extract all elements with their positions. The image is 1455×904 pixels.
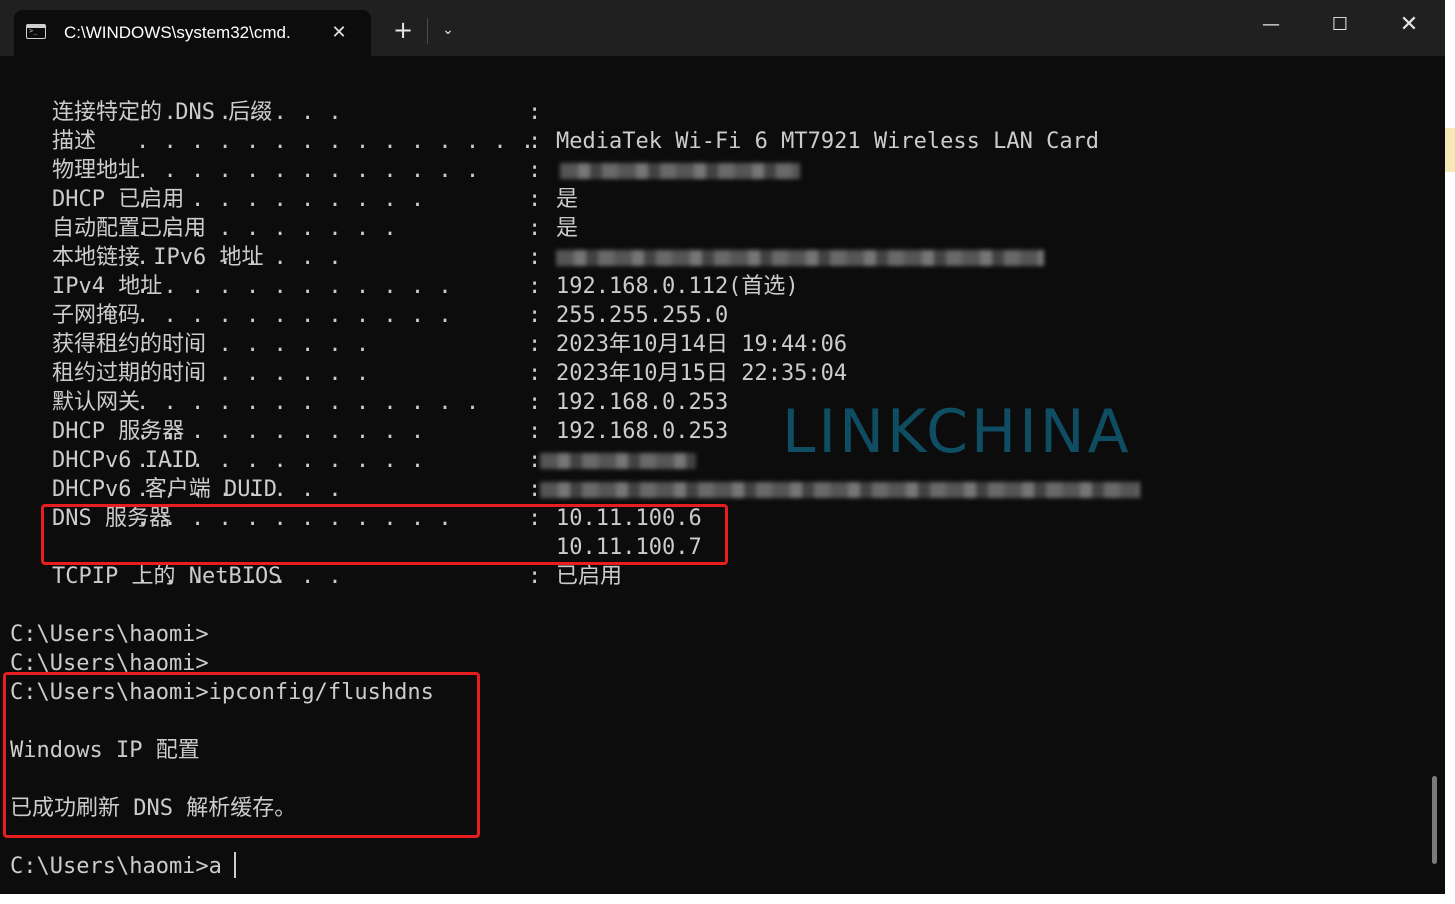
watermark: LINKCHINA bbox=[782, 397, 1132, 467]
background-window-edge bbox=[1445, 128, 1455, 172]
row-dots: . . . . . . . . bbox=[136, 564, 343, 589]
row-dots: . . . . . . . . . . . bbox=[136, 448, 425, 473]
row-value: 192.168.0.112(首选) bbox=[556, 274, 799, 299]
row-dots: . . . . . . . . . . . . . . . bbox=[136, 129, 535, 154]
row-dots: . . . . . . . . . . bbox=[136, 216, 398, 241]
row-dots: . . . . . . . . . . . . bbox=[136, 274, 453, 299]
row-value: 2023年10月15日 22:35:04 bbox=[556, 361, 848, 386]
row-dots: . . . . . . . . . bbox=[136, 361, 370, 386]
row-dots: . . . . . . . . . . . bbox=[136, 187, 425, 212]
current-prompt-line[interactable]: C:\Users\haomi>a bbox=[0, 852, 222, 881]
row-colon: : bbox=[528, 100, 542, 125]
row-value: 是 bbox=[556, 187, 579, 212]
row-colon: : bbox=[528, 274, 542, 299]
scrollbar-thumb[interactable] bbox=[1432, 776, 1437, 864]
redacted-value bbox=[556, 250, 1044, 266]
maximize-button[interactable]: ☐ bbox=[1325, 10, 1355, 40]
terminal-window: C:\WINDOWS\system32\cmd. ✕ + ⌄ — ☐ ✕ 连接特… bbox=[0, 0, 1445, 894]
row-colon: : bbox=[528, 158, 542, 183]
row-value: 已启用 bbox=[556, 564, 623, 589]
row-value: 是 bbox=[556, 216, 579, 241]
chevron-down-icon[interactable]: ⌄ bbox=[436, 15, 460, 45]
title-bar: C:\WINDOWS\system32\cmd. ✕ + ⌄ — ☐ ✕ bbox=[0, 0, 1445, 56]
row-dots: . . . . . . . . . . . bbox=[136, 419, 425, 444]
row-label: 物理地址 bbox=[52, 158, 141, 183]
row-colon: : bbox=[528, 129, 542, 154]
row-dots: . . . . . . . . bbox=[136, 100, 343, 125]
row-dots: . . . . . . . . . . . . . bbox=[136, 390, 480, 415]
row-dots: . . . . . . . . . bbox=[136, 332, 370, 357]
prompt-line: C:\Users\haomi> bbox=[0, 620, 209, 649]
row-colon: : bbox=[528, 361, 542, 386]
redacted-value bbox=[560, 163, 800, 179]
row-colon: : bbox=[528, 332, 542, 357]
current-prompt-text: C:\Users\haomi>a bbox=[10, 854, 222, 879]
toolbar-divider bbox=[427, 18, 428, 44]
row-colon: : bbox=[528, 187, 542, 212]
redacted-value bbox=[540, 453, 696, 469]
row-colon: : bbox=[528, 419, 542, 444]
row-colon: : bbox=[528, 216, 542, 241]
row-label: 子网掩码 bbox=[52, 303, 141, 328]
row-dots: . . . . . . . . . . . . bbox=[136, 303, 453, 328]
new-tab-button[interactable]: + bbox=[388, 15, 418, 45]
row-value: 255.255.255.0 bbox=[556, 303, 729, 328]
dns-server-highlight bbox=[41, 504, 728, 565]
row-value: 192.168.0.253 bbox=[556, 419, 729, 444]
tab-title: C:\WINDOWS\system32\cmd. bbox=[64, 23, 291, 42]
cmd-icon bbox=[26, 24, 46, 39]
redacted-value bbox=[540, 482, 1140, 498]
row-value: 2023年10月14日 19:44:06 bbox=[556, 332, 848, 357]
row-dots: . . . . . . . . . . . . . bbox=[136, 158, 480, 183]
row-value: 192.168.0.253 bbox=[556, 390, 729, 415]
close-button[interactable]: ✕ bbox=[1394, 10, 1424, 40]
tab-cmd[interactable]: C:\WINDOWS\system32\cmd. ✕ bbox=[14, 10, 371, 56]
row-dots: . . . . . . . . bbox=[136, 477, 343, 502]
row-colon: : bbox=[528, 245, 542, 270]
prompt-text: C:\Users\haomi> bbox=[10, 622, 209, 647]
row-colon: : bbox=[528, 564, 542, 589]
minimize-button[interactable]: — bbox=[1256, 10, 1286, 40]
text-cursor bbox=[234, 852, 236, 878]
row-value: MediaTek Wi-Fi 6 MT7921 Wireless LAN Car… bbox=[556, 129, 1100, 154]
row-label: 默认网关 bbox=[52, 390, 141, 415]
tab-close-icon[interactable]: ✕ bbox=[327, 21, 351, 45]
row-colon: : bbox=[528, 390, 542, 415]
row-dots: . . . . . . . . bbox=[136, 245, 343, 270]
row-colon: : bbox=[528, 303, 542, 328]
row-label: 描述 bbox=[52, 129, 97, 154]
flushdns-highlight bbox=[3, 672, 480, 838]
